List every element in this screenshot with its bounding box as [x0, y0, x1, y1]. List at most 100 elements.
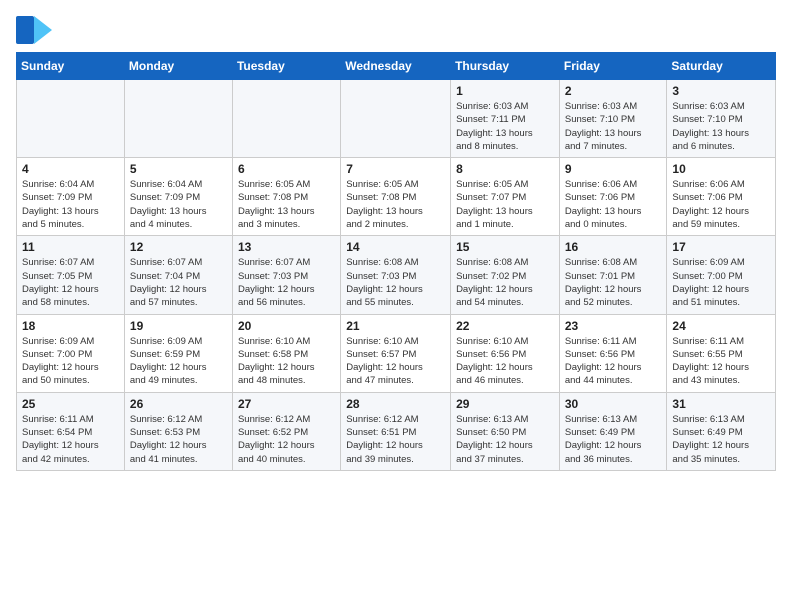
- day-number: 12: [130, 240, 227, 254]
- day-info: Sunrise: 6:10 AM Sunset: 6:58 PM Dayligh…: [238, 335, 335, 388]
- calendar-cell: 18Sunrise: 6:09 AM Sunset: 7:00 PM Dayli…: [17, 314, 125, 392]
- calendar-cell: 28Sunrise: 6:12 AM Sunset: 6:51 PM Dayli…: [341, 392, 451, 470]
- logo-icon: [16, 16, 52, 44]
- calendar-cell: 27Sunrise: 6:12 AM Sunset: 6:52 PM Dayli…: [232, 392, 340, 470]
- day-of-week-header: Wednesday: [341, 53, 451, 80]
- day-info: Sunrise: 6:05 AM Sunset: 7:07 PM Dayligh…: [456, 178, 554, 231]
- day-number: 5: [130, 162, 227, 176]
- day-number: 20: [238, 319, 335, 333]
- calendar-cell: [124, 80, 232, 158]
- calendar-week-row: 11 Sunrise: 6:07 AM Sunset: 7:05 PM Dayli…: [17, 236, 776, 314]
- calendar-cell: 14 Sunrise: 6:08 AM Sunset: 7:03 PM Dayli…: [341, 236, 451, 314]
- day-info: Sunrise: 6:05 AM Sunset: 7:08 PM Dayligh…: [346, 178, 445, 231]
- day-info: Sunrise: 6:10 AM Sunset: 6:57 PM Dayligh…: [346, 335, 445, 388]
- day-info: Sunrise: 6:10 AM Sunset: 6:56 PM Dayligh…: [456, 335, 554, 388]
- day-number: 19: [130, 319, 227, 333]
- day-of-week-header: Saturday: [667, 53, 776, 80]
- day-info: Sunrise: 6:05 AM Sunset: 7:08 PM Dayligh…: [238, 178, 335, 231]
- calendar-cell: 15 Sunrise: 6:08 AM Sunset: 7:02 PM Dayli…: [451, 236, 560, 314]
- day-number: 2: [565, 84, 662, 98]
- day-info: Sunrise: 6:07 AM Sunset: 7:05 PM Dayligh…: [22, 256, 119, 309]
- day-number: 16: [565, 240, 662, 254]
- calendar-cell: 26 Sunrise: 6:12 AM Sunset: 6:53 PM Dayli…: [124, 392, 232, 470]
- calendar-cell: [232, 80, 340, 158]
- day-info: Sunrise: 6:03 AM Sunset: 7:11 PM Dayligh…: [456, 100, 554, 153]
- day-number: 4: [22, 162, 119, 176]
- day-number: 13: [238, 240, 335, 254]
- day-of-week-header: Sunday: [17, 53, 125, 80]
- day-number: 7: [346, 162, 445, 176]
- calendar-cell: 21 Sunrise: 6:10 AM Sunset: 6:57 PM Dayli…: [341, 314, 451, 392]
- day-info: Sunrise: 6:11 AM Sunset: 6:55 PM Dayligh…: [672, 335, 770, 388]
- day-info: Sunrise: 6:13 AM Sunset: 6:49 PM Dayligh…: [672, 413, 770, 466]
- day-number: 24: [672, 319, 770, 333]
- day-info: Sunrise: 6:08 AM Sunset: 7:03 PM Dayligh…: [346, 256, 445, 309]
- day-info: Sunrise: 6:03 AM Sunset: 7:10 PM Dayligh…: [565, 100, 662, 153]
- day-info: Sunrise: 6:07 AM Sunset: 7:04 PM Dayligh…: [130, 256, 227, 309]
- logo: [16, 16, 58, 44]
- calendar-cell: 25 Sunrise: 6:11 AM Sunset: 6:54 PM Dayli…: [17, 392, 125, 470]
- day-info: Sunrise: 6:11 AM Sunset: 6:54 PM Dayligh…: [22, 413, 119, 466]
- day-info: Sunrise: 6:07 AM Sunset: 7:03 PM Dayligh…: [238, 256, 335, 309]
- calendar-week-row: 4 Sunrise: 6:04 AM Sunset: 7:09 PM Daylig…: [17, 158, 776, 236]
- calendar-cell: 17 Sunrise: 6:09 AM Sunset: 7:00 PM Dayli…: [667, 236, 776, 314]
- day-number: 21: [346, 319, 445, 333]
- calendar-cell: 1 Sunrise: 6:03 AM Sunset: 7:11 PM Daylig…: [451, 80, 560, 158]
- day-number: 15: [456, 240, 554, 254]
- day-number: 25: [22, 397, 119, 411]
- day-info: Sunrise: 6:13 AM Sunset: 6:49 PM Dayligh…: [565, 413, 662, 466]
- calendar-cell: 20 Sunrise: 6:10 AM Sunset: 6:58 PM Dayli…: [232, 314, 340, 392]
- day-info: Sunrise: 6:08 AM Sunset: 7:02 PM Dayligh…: [456, 256, 554, 309]
- calendar-body: 1 Sunrise: 6:03 AM Sunset: 7:11 PM Daylig…: [17, 80, 776, 471]
- day-number: 11: [22, 240, 119, 254]
- day-number: 22: [456, 319, 554, 333]
- calendar-cell: 22 Sunrise: 6:10 AM Sunset: 6:56 PM Dayli…: [451, 314, 560, 392]
- calendar-week-row: 25 Sunrise: 6:11 AM Sunset: 6:54 PM Dayli…: [17, 392, 776, 470]
- calendar-cell: [341, 80, 451, 158]
- calendar-cell: 2 Sunrise: 6:03 AM Sunset: 7:10 PM Daylig…: [559, 80, 667, 158]
- day-number: 1: [456, 84, 554, 98]
- day-number: 14: [346, 240, 445, 254]
- day-number: 3: [672, 84, 770, 98]
- day-number: 28: [346, 397, 445, 411]
- day-info: Sunrise: 6:12 AM Sunset: 6:53 PM Dayligh…: [130, 413, 227, 466]
- day-number: 10: [672, 162, 770, 176]
- calendar-cell: [17, 80, 125, 158]
- calendar-table: SundayMondayTuesdayWednesdayThursdayFrid…: [16, 52, 776, 471]
- day-info: Sunrise: 6:06 AM Sunset: 7:06 PM Dayligh…: [672, 178, 770, 231]
- calendar-cell: 12 Sunrise: 6:07 AM Sunset: 7:04 PM Dayli…: [124, 236, 232, 314]
- calendar-cell: 24 Sunrise: 6:11 AM Sunset: 6:55 PM Dayli…: [667, 314, 776, 392]
- calendar-cell: 29 Sunrise: 6:13 AM Sunset: 6:50 PM Dayli…: [451, 392, 560, 470]
- day-number: 31: [672, 397, 770, 411]
- day-info: Sunrise: 6:08 AM Sunset: 7:01 PM Dayligh…: [565, 256, 662, 309]
- calendar-cell: 11 Sunrise: 6:07 AM Sunset: 7:05 PM Dayli…: [17, 236, 125, 314]
- calendar-cell: 16 Sunrise: 6:08 AM Sunset: 7:01 PM Dayli…: [559, 236, 667, 314]
- calendar-cell: 9Sunrise: 6:06 AM Sunset: 7:06 PM Daylig…: [559, 158, 667, 236]
- calendar-week-row: 18Sunrise: 6:09 AM Sunset: 7:00 PM Dayli…: [17, 314, 776, 392]
- day-info: Sunrise: 6:04 AM Sunset: 7:09 PM Dayligh…: [130, 178, 227, 231]
- day-info: Sunrise: 6:09 AM Sunset: 7:00 PM Dayligh…: [672, 256, 770, 309]
- calendar-cell: 19 Sunrise: 6:09 AM Sunset: 6:59 PM Dayli…: [124, 314, 232, 392]
- day-number: 26: [130, 397, 227, 411]
- calendar-cell: 4Sunrise: 6:04 AM Sunset: 7:09 PM Daylig…: [17, 158, 125, 236]
- day-info: Sunrise: 6:13 AM Sunset: 6:50 PM Dayligh…: [456, 413, 554, 466]
- day-of-week-header: Thursday: [451, 53, 560, 80]
- calendar-cell: 7 Sunrise: 6:05 AM Sunset: 7:08 PM Daylig…: [341, 158, 451, 236]
- day-number: 27: [238, 397, 335, 411]
- day-of-week-header: Monday: [124, 53, 232, 80]
- day-of-week-header: Friday: [559, 53, 667, 80]
- day-number: 29: [456, 397, 554, 411]
- day-number: 30: [565, 397, 662, 411]
- calendar-cell: 3Sunrise: 6:03 AM Sunset: 7:10 PM Daylig…: [667, 80, 776, 158]
- day-info: Sunrise: 6:11 AM Sunset: 6:56 PM Dayligh…: [565, 335, 662, 388]
- day-number: 17: [672, 240, 770, 254]
- day-of-week-header: Tuesday: [232, 53, 340, 80]
- calendar-cell: 5 Sunrise: 6:04 AM Sunset: 7:09 PM Daylig…: [124, 158, 232, 236]
- calendar-cell: 30 Sunrise: 6:13 AM Sunset: 6:49 PM Dayli…: [559, 392, 667, 470]
- day-info: Sunrise: 6:09 AM Sunset: 6:59 PM Dayligh…: [130, 335, 227, 388]
- calendar-cell: 6Sunrise: 6:05 AM Sunset: 7:08 PM Daylig…: [232, 158, 340, 236]
- day-number: 8: [456, 162, 554, 176]
- calendar-week-row: 1 Sunrise: 6:03 AM Sunset: 7:11 PM Daylig…: [17, 80, 776, 158]
- calendar-header-row: SundayMondayTuesdayWednesdayThursdayFrid…: [17, 53, 776, 80]
- calendar-cell: 31 Sunrise: 6:13 AM Sunset: 6:49 PM Dayli…: [667, 392, 776, 470]
